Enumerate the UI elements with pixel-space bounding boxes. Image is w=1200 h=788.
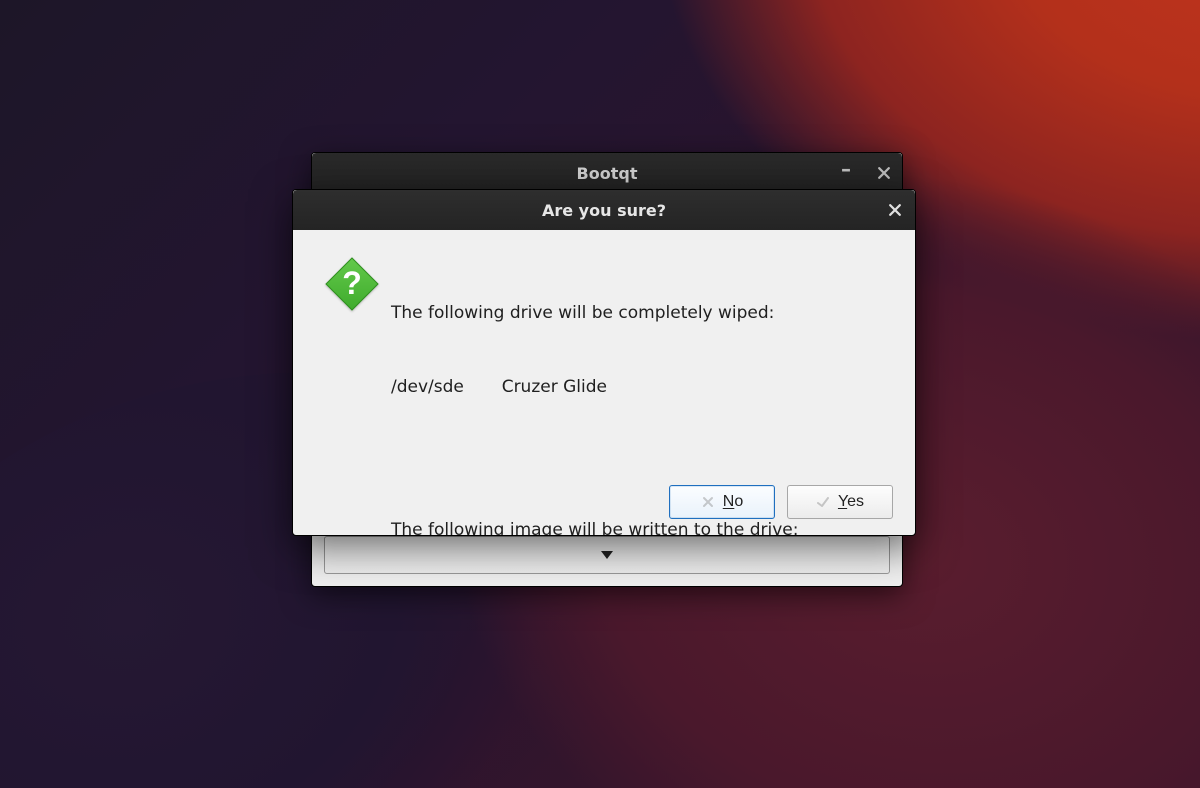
- yes-button-label: Yes: [838, 493, 864, 511]
- device-combobox[interactable]: [324, 536, 890, 574]
- close-icon: [878, 167, 890, 179]
- yes-button[interactable]: Yes: [787, 485, 893, 519]
- close-button[interactable]: [874, 163, 894, 183]
- msg-drive-value: /dev/sde Cruzer Glide: [391, 375, 891, 400]
- no-button-label: No: [723, 493, 743, 511]
- dialog-body: ? The following drive will be completely…: [293, 230, 915, 535]
- dialog-buttons: No Yes: [669, 485, 893, 519]
- svg-text:?: ?: [342, 265, 362, 301]
- dialog-close-button[interactable]: [885, 200, 905, 220]
- minimize-button[interactable]: –: [836, 159, 856, 179]
- msg-drive-intro: The following drive will be completely w…: [391, 301, 891, 326]
- cancel-icon: [701, 495, 715, 509]
- dialog-title: Are you sure?: [542, 201, 666, 220]
- question-icon: ?: [324, 256, 380, 312]
- dialog-message: The following drive will be completely w…: [391, 252, 891, 519]
- confirmation-dialog: Are you sure? ?: [292, 189, 916, 536]
- close-icon: [889, 204, 901, 216]
- dialog-titlebar[interactable]: Are you sure?: [293, 190, 915, 230]
- window-controls: –: [836, 153, 894, 193]
- bootqt-titlebar[interactable]: Bootqt –: [312, 153, 902, 193]
- chevron-down-icon: [601, 551, 613, 559]
- dialog-controls: [885, 190, 905, 230]
- check-icon: [816, 495, 830, 509]
- msg-image-intro: The following image will be written to t…: [391, 518, 891, 536]
- bootqt-title: Bootqt: [577, 164, 638, 183]
- no-button[interactable]: No: [669, 485, 775, 519]
